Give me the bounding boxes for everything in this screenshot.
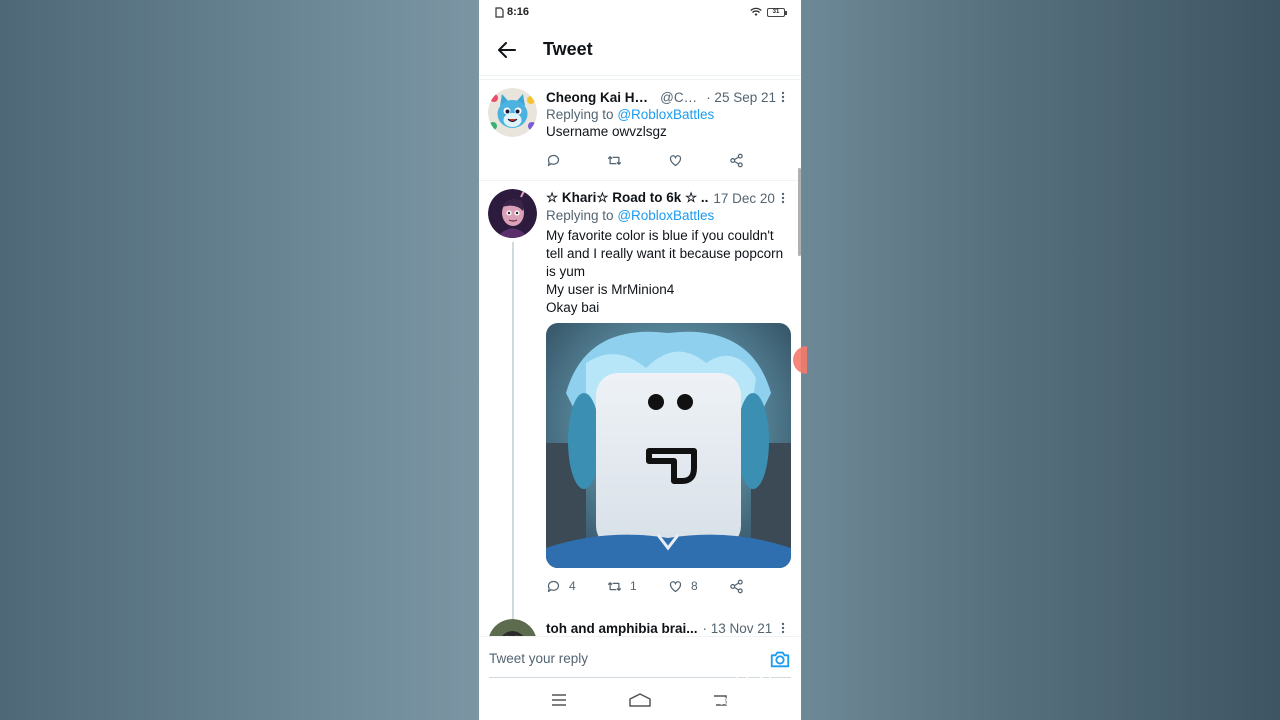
mention-link[interactable]: @RobloxBattles xyxy=(617,208,714,223)
tweet-date: · 13 Nov 21 xyxy=(702,620,773,636)
reply-icon xyxy=(547,154,560,166)
tweet-date: 17 Dec 20 xyxy=(713,190,775,206)
tweet-text-line: My favorite color is blue if you couldn'… xyxy=(546,228,784,279)
retweet-icon xyxy=(607,581,622,591)
video-camera-icon xyxy=(736,669,771,691)
heart-icon xyxy=(669,580,682,592)
tweet-reply[interactable]: ☆ Khari☆ Road to 6k ☆ .. 17 Dec 20 Reply… xyxy=(479,181,801,623)
author-name[interactable]: Cheong Kai Hong xyxy=(546,90,656,105)
watermark-text: RECORDER xyxy=(720,696,787,708)
reply-input[interactable] xyxy=(489,651,769,666)
heart-icon xyxy=(669,154,682,166)
battery-level: 31 xyxy=(772,8,780,15)
reply-button[interactable] xyxy=(546,153,607,168)
menu-icon[interactable] xyxy=(548,689,570,711)
replying-to: Replying to @RobloxBattles xyxy=(546,107,790,122)
like-count: 8 xyxy=(691,579,698,593)
more-vertical-icon[interactable] xyxy=(776,622,790,634)
retweet-button[interactable]: 1 xyxy=(607,579,668,594)
author-name[interactable]: toh and amphibia brai... xyxy=(546,621,698,636)
more-vertical-icon[interactable] xyxy=(776,192,790,204)
tweet-actions xyxy=(546,143,790,177)
sim-icon xyxy=(495,6,504,18)
home-icon[interactable] xyxy=(629,689,651,711)
tweet-reply[interactable]: Cheong Kai Hong @Ch... · 25 Sep 21 Reply… xyxy=(479,80,801,181)
reply-button[interactable]: 4 xyxy=(546,579,607,594)
recorder-watermark: RECORDER xyxy=(716,666,796,714)
replying-to: Replying to @RobloxBattles xyxy=(546,208,790,223)
tweet-feed[interactable]: Cheong Kai Hong @Ch... · 25 Sep 21 Reply… xyxy=(479,76,801,636)
retweet-count: 1 xyxy=(630,579,637,593)
tweet-image[interactable] xyxy=(546,323,791,568)
tweet-text: Username owvzlsgz xyxy=(546,124,667,139)
background-right xyxy=(801,0,1280,720)
page-title: Tweet xyxy=(543,39,593,59)
tweet-date: · 25 Sep 21 xyxy=(706,89,776,105)
tweet-text-line: Okay bai xyxy=(546,300,600,315)
share-button[interactable] xyxy=(729,153,790,168)
author-name[interactable]: ☆ Khari☆ Road to 6k ☆ .. xyxy=(546,190,708,206)
like-button[interactable]: 8 xyxy=(668,579,729,594)
status-time: 8:16 xyxy=(507,6,530,18)
avatar[interactable] xyxy=(488,189,537,238)
tweet-text-line: My user is MrMinion4 xyxy=(546,282,675,297)
phone-screen: 8:16 31 Tweet Cheong Kai Hong @Ch... · 2… xyxy=(479,0,801,720)
scrollbar[interactable] xyxy=(798,168,801,256)
share-icon xyxy=(730,579,743,593)
author-handle[interactable]: @Ch... xyxy=(660,90,701,105)
reply-icon xyxy=(547,580,560,592)
status-bar: 8:16 31 xyxy=(479,0,801,24)
wifi-icon xyxy=(750,7,762,16)
replying-label: Replying to xyxy=(546,208,614,223)
more-vertical-icon[interactable] xyxy=(776,91,790,103)
mention-link[interactable]: @RobloxBattles xyxy=(617,107,714,122)
like-button[interactable] xyxy=(668,153,729,168)
tweet-reply[interactable]: toh and amphibia brai... · 13 Nov 21 xyxy=(479,615,801,636)
tweet-text: My favorite color is blue if you couldn'… xyxy=(546,227,790,317)
avatar[interactable] xyxy=(488,619,537,636)
top-bar: Tweet xyxy=(479,24,801,76)
share-icon xyxy=(730,153,743,167)
thread-line xyxy=(512,242,514,623)
replying-label: Replying to xyxy=(546,107,614,122)
background-left xyxy=(0,0,479,720)
avatar[interactable] xyxy=(488,88,537,137)
battery-indicator: 31 xyxy=(767,7,787,17)
retweet-button[interactable] xyxy=(607,153,668,168)
retweet-icon xyxy=(607,155,622,165)
share-button[interactable] xyxy=(729,579,790,594)
reply-count: 4 xyxy=(569,579,576,593)
tweet-actions: 4 1 8 xyxy=(546,569,790,603)
back-arrow-icon[interactable] xyxy=(495,38,519,62)
